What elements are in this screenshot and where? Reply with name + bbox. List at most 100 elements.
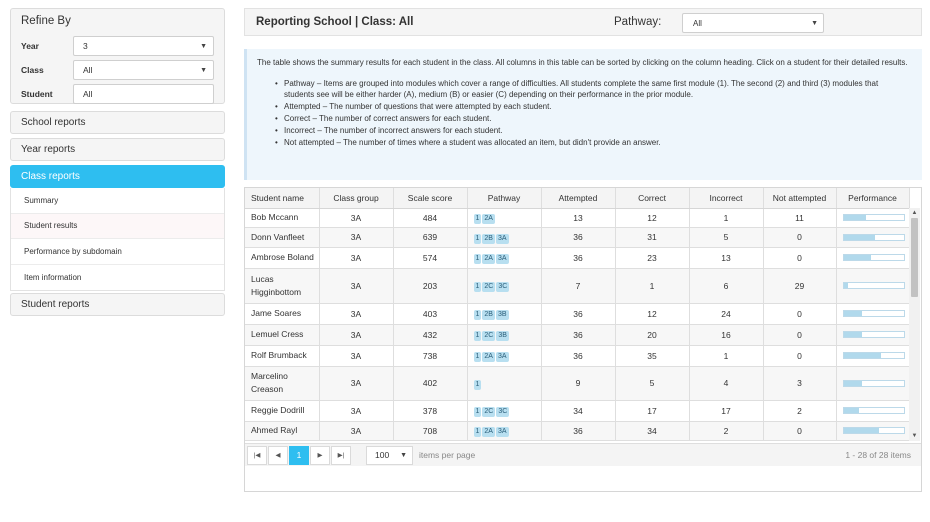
column-header-correct[interactable]: Correct	[615, 188, 690, 209]
performance-bar	[842, 407, 905, 414]
menu-item-summary[interactable]: Summary	[11, 188, 224, 214]
table-row[interactable]: Lemuel Cress 3A 432 1 2C 3B 36 20 16 0	[245, 324, 910, 346]
pathway-cell: 1 2A 3A	[467, 345, 542, 367]
page-title: Reporting School | Class: All	[256, 16, 414, 28]
first-page-button[interactable]: |◀	[247, 445, 267, 465]
column-header-attempted[interactable]: Attempted	[541, 188, 616, 209]
scroll-down-icon[interactable]: ▼	[909, 431, 920, 441]
performance-bar-fill	[843, 428, 879, 433]
attempted-cell: 36	[541, 247, 616, 269]
column-header-performance[interactable]: Performance	[836, 188, 910, 209]
pathway-module-badge: 1	[473, 233, 482, 244]
class-group-cell: 3A	[319, 247, 394, 269]
last-page-button[interactable]: ▶|	[331, 445, 351, 465]
pathway-select[interactable]: All ▼	[682, 13, 824, 33]
performance-cell	[836, 421, 910, 441]
pathway-cell: 1 2B 3A	[467, 227, 542, 248]
student-input[interactable]: All	[73, 84, 214, 104]
pathway-cell: 1 2A 3A	[467, 421, 542, 441]
prev-page-button[interactable]: ◀	[268, 445, 288, 465]
scrollbar-thumb[interactable]	[911, 218, 918, 297]
table-row[interactable]: Reggie Dodrill 3A 378 1 2C 3C 34 17 17 2	[245, 400, 910, 422]
vertical-scrollbar[interactable]: ▲ ▼	[909, 208, 920, 441]
performance-cell	[836, 366, 910, 401]
not-attempted-cell: 29	[763, 268, 837, 304]
table-row[interactable]: Marcelino Creason 3A 402 1 9 5 4 3	[245, 366, 910, 401]
school-reports-panel[interactable]: School reports	[10, 111, 225, 134]
performance-cell	[836, 324, 910, 346]
column-header-incorrect[interactable]: Incorrect	[689, 188, 764, 209]
pathway-module-badge: 1	[473, 331, 482, 341]
table-row[interactable]: Lucas Higginbottom 3A 203 1 2C 3C 7 1 6 29	[245, 268, 910, 304]
scale-score-cell: 574	[393, 247, 468, 269]
table-header: Student name Class group Scale score Pathwa…	[245, 188, 910, 209]
student-results-grid: Student name Class group Scale score Pathwa…	[244, 187, 922, 492]
attempted-cell: 36	[541, 303, 616, 325]
table-row[interactable]: Ambrose Boland 3A 574 1 2A 3A 36 23 13 0	[245, 247, 910, 269]
student-reports-panel[interactable]: Student reports	[10, 293, 225, 316]
info-intro: The table shows the summary results for …	[257, 58, 908, 67]
table-row[interactable]: Jame Soares 3A 403 1 2B 3B 36 12 24 0	[245, 303, 910, 325]
filter-year: Year 3 ▼	[21, 35, 214, 57]
correct-cell: 23	[615, 247, 690, 269]
scroll-up-icon[interactable]: ▲	[909, 208, 920, 218]
main-content: Reporting School | Class: All Pathway: A…	[244, 8, 922, 492]
table-row[interactable]: Rolf Brumback 3A 738 1 2A 3A 36 35 1 0	[245, 345, 910, 367]
column-header-student-name[interactable]: Student name	[245, 188, 320, 209]
performance-cell	[836, 400, 910, 422]
menu-item-student-results[interactable]: Student results	[11, 213, 224, 239]
year-reports-panel[interactable]: Year reports	[10, 138, 225, 161]
next-page-button[interactable]: ▶	[310, 445, 330, 465]
pathway-module-badge: 2C	[482, 282, 496, 292]
current-page-button[interactable]: 1	[289, 445, 309, 465]
table-row[interactable]: Donn Vanfleet 3A 639 1 2B 3A 36 31 5 0	[245, 227, 910, 248]
student-name-cell: Reggie Dodrill	[245, 400, 320, 422]
year-select[interactable]: 3 ▼	[73, 36, 214, 56]
performance-cell	[836, 227, 910, 248]
student-results-table: Student name Class group Scale score Pathwa…	[245, 188, 910, 441]
column-header-not-attempted[interactable]: Not attempted	[763, 188, 837, 209]
incorrect-cell: 5	[689, 227, 764, 248]
chevron-down-icon: ▼	[400, 451, 407, 459]
correct-cell: 12	[615, 208, 690, 228]
column-header-pathway[interactable]: Pathway	[467, 188, 542, 209]
pathway-module-badge: 1	[473, 214, 482, 224]
class-group-cell: 3A	[319, 366, 394, 401]
pathway-module-badge: 3A	[495, 233, 509, 244]
pathway-module-badge: 1	[473, 254, 482, 264]
scale-score-cell: 203	[393, 268, 468, 304]
chevron-down-icon: ▼	[200, 42, 207, 50]
table-row[interactable]: Bob Mccann 3A 484 1 2A 13 12 1 11	[245, 208, 910, 228]
not-attempted-cell: 0	[763, 227, 837, 248]
pathway-module-badge: 2A	[482, 254, 495, 264]
attempted-cell: 36	[541, 324, 616, 346]
student-input-value: All	[83, 89, 93, 99]
class-select[interactable]: All ▼	[73, 60, 214, 80]
page-size-select[interactable]: 100 ▼	[366, 445, 413, 465]
chevron-down-icon: ▼	[200, 66, 207, 74]
sidebar: Refine By Year 3 ▼ Class All ▼ Student A…	[10, 8, 225, 316]
pathway-module-badge: 2A	[482, 214, 495, 224]
menu-item-performance-by-subdomain[interactable]: Performance by subdomain	[11, 239, 224, 265]
correct-cell: 35	[615, 345, 690, 367]
not-attempted-cell: 0	[763, 345, 837, 367]
info-bullet-correct: Correct – The number of correct answers …	[275, 113, 910, 124]
menu-item-item-information[interactable]: Item information	[11, 265, 224, 291]
student-name-cell: Jame Soares	[245, 303, 320, 325]
pathway-module-badge: 3C	[496, 407, 510, 417]
incorrect-cell: 17	[689, 400, 764, 422]
class-group-cell: 3A	[319, 268, 394, 304]
class-reports-panel[interactable]: Class reports	[10, 165, 225, 188]
not-attempted-cell: 2	[763, 400, 837, 422]
class-group-cell: 3A	[319, 227, 394, 248]
performance-bar	[842, 379, 905, 387]
prev-page-icon: ◀	[275, 452, 281, 459]
info-bullet-not-attempted: Not attempted – The number of times wher…	[275, 137, 910, 148]
column-header-class-group[interactable]: Class group	[319, 188, 394, 209]
column-header-scale-score[interactable]: Scale score	[393, 188, 468, 209]
scale-score-cell: 484	[393, 208, 468, 228]
incorrect-cell: 1	[689, 208, 764, 228]
incorrect-cell: 2	[689, 421, 764, 441]
table-row[interactable]: Ahmed Rayl 3A 708 1 2A 3A 36 34 2 0	[245, 421, 910, 441]
correct-cell: 5	[615, 366, 690, 401]
